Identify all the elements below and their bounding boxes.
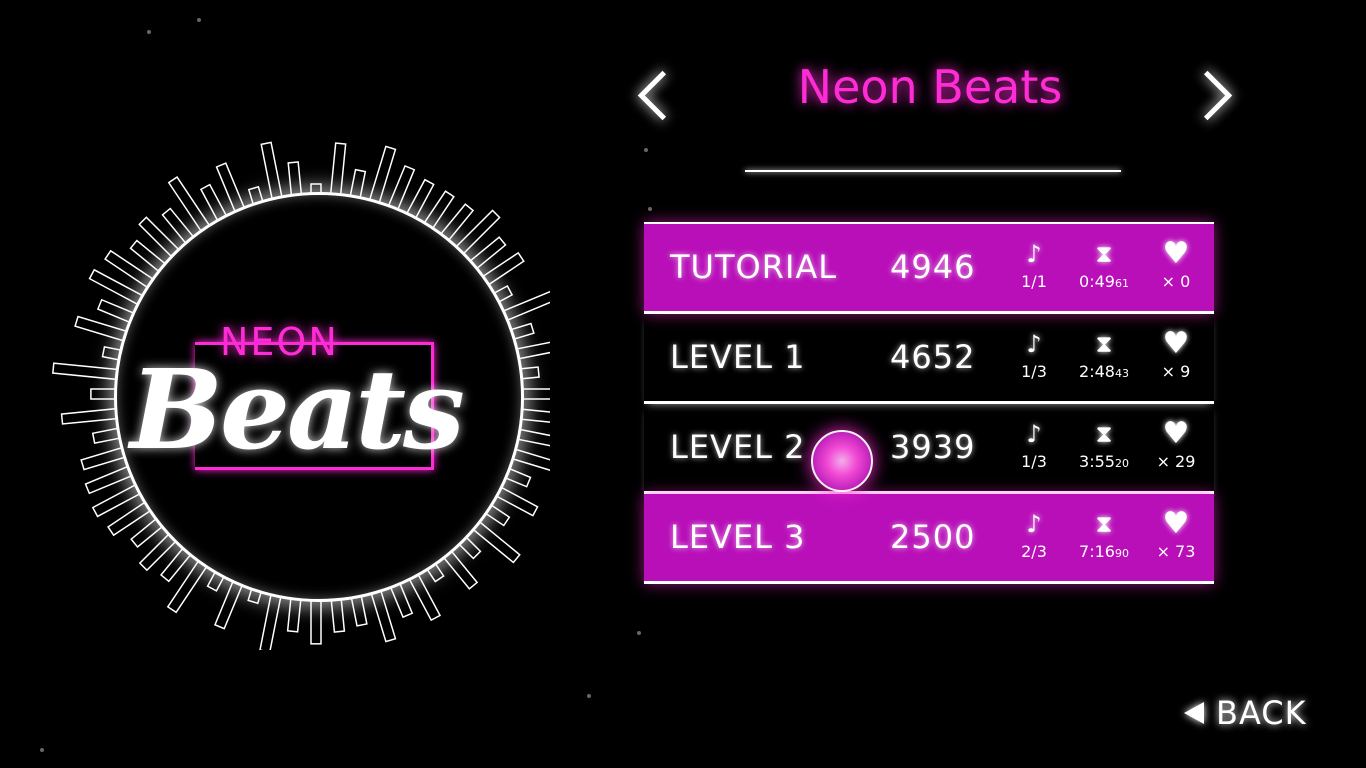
visualizer-bar — [96, 298, 135, 324]
visualizer-bar — [386, 164, 416, 213]
star — [197, 18, 201, 22]
broken-heart-icon: ♥︎ — [1162, 506, 1190, 541]
music-note-icon: ♪ — [1026, 510, 1042, 538]
hourglass-icon: ⧗ — [1095, 330, 1113, 358]
hourglass-icon: ⧗ — [1095, 510, 1113, 538]
level-row[interactable]: LEVEL 2 3939 ♪ 1/3 ⧗ 3:5520 ♥︎ × 29 — [644, 404, 1214, 494]
level-row[interactable]: TUTORIAL 4946 ♪ 1/1 ⧗ 0:4961 ♥ × 0 — [644, 222, 1214, 314]
hourglass-icon: ⧗ — [1095, 420, 1113, 448]
hits-stat: ♥︎ × 29 — [1146, 416, 1206, 472]
level-name: LEVEL 2 — [670, 428, 806, 466]
back-label: BACK — [1216, 694, 1307, 732]
visualizer-bar — [90, 388, 117, 400]
star — [637, 631, 641, 635]
level-name: LEVEL 3 — [670, 518, 806, 556]
music-note-icon: ♪ — [1026, 330, 1042, 358]
time-value: 2:4843 — [1079, 362, 1129, 381]
hits-value: × 73 — [1156, 542, 1196, 561]
time-value: 7:1690 — [1079, 542, 1129, 561]
broken-heart-icon: ♥︎ — [1162, 416, 1190, 451]
hits-stat: ♥ × 0 — [1146, 236, 1206, 292]
back-arrow-icon — [1184, 702, 1204, 724]
level-score: 4652 — [890, 338, 976, 376]
level-score: 2500 — [890, 518, 976, 556]
title-divider — [745, 170, 1121, 172]
cursor — [811, 430, 873, 492]
music-note-icon: ♪ — [1026, 420, 1042, 448]
level-score: 4946 — [890, 248, 976, 286]
level-list: TUTORIAL 4946 ♪ 1/1 ⧗ 0:4961 ♥ × 0 LEVEL 1 4652 ♪ 1… — [644, 222, 1214, 584]
broken-heart-icon: ♥︎ — [1162, 326, 1190, 361]
visualizer-bar — [138, 216, 180, 258]
star — [40, 748, 44, 752]
visualizer-bar — [260, 141, 283, 200]
hits-value: × 9 — [1161, 362, 1191, 381]
time-stat: ⧗ 0:4961 — [1074, 238, 1134, 291]
notes-value: 2/3 — [1021, 542, 1047, 561]
visualizer-bar — [104, 249, 154, 289]
visualizer-bar — [287, 161, 303, 197]
music-note-icon: ♪ — [1026, 240, 1042, 268]
logo-beats-text: Beats — [130, 345, 465, 474]
notes-stat: ♪ 2/3 — [1004, 508, 1064, 561]
time-value: 0:4961 — [1079, 272, 1129, 291]
notes-stat: ♪ 1/3 — [1004, 418, 1064, 471]
hits-value: × 29 — [1156, 452, 1196, 471]
visualizer-bar — [329, 142, 347, 197]
visualizer-bar — [60, 407, 119, 425]
visualizer-bar — [259, 588, 283, 650]
song-title: Neon Beats — [797, 60, 1063, 114]
time-value: 3:5520 — [1079, 452, 1129, 471]
time-stat: ⧗ 2:4843 — [1074, 328, 1134, 381]
visualizer-bar — [88, 268, 143, 306]
level-row[interactable]: LEVEL 1 4652 ♪ 1/3 ⧗ 2:4843 ♥︎ × 9 — [644, 314, 1214, 404]
notes-value: 1/3 — [1021, 452, 1047, 471]
next-song-icon[interactable] — [1182, 70, 1233, 121]
time-stat: ⧗ 3:5520 — [1074, 418, 1134, 471]
level-score: 3939 — [890, 428, 976, 466]
level-name: TUTORIAL — [670, 248, 838, 286]
star — [648, 207, 652, 211]
previous-song-icon[interactable] — [637, 70, 688, 121]
time-stat: ⧗ 7:1690 — [1074, 508, 1134, 561]
visualizer-bar — [52, 362, 119, 381]
visualizer-bar — [167, 176, 211, 232]
visualizer-bar — [80, 446, 127, 471]
level-name: LEVEL 1 — [670, 338, 806, 376]
notes-value: 1/3 — [1021, 362, 1047, 381]
star — [147, 30, 151, 34]
star — [587, 694, 591, 698]
hits-stat: ♥︎ × 9 — [1146, 326, 1206, 382]
star — [644, 148, 648, 152]
notes-stat: ♪ 1/3 — [1004, 328, 1064, 381]
hits-stat: ♥︎ × 73 — [1146, 506, 1206, 562]
notes-value: 1/1 — [1021, 272, 1047, 291]
whole-heart-icon: ♥ — [1162, 236, 1190, 271]
visualizer-bar — [368, 145, 397, 205]
visualizer-bar — [74, 315, 127, 342]
notes-stat: ♪ 1/1 — [1004, 238, 1064, 291]
back-button[interactable]: BACK — [1184, 694, 1307, 732]
visualizer-bar — [199, 183, 228, 221]
hourglass-icon: ⧗ — [1095, 240, 1113, 268]
level-row[interactable]: LEVEL 3 2500 ♪ 2/3 ⧗ 7:1690 ♥︎ × 73 — [644, 494, 1214, 584]
hits-value: × 0 — [1161, 272, 1191, 291]
